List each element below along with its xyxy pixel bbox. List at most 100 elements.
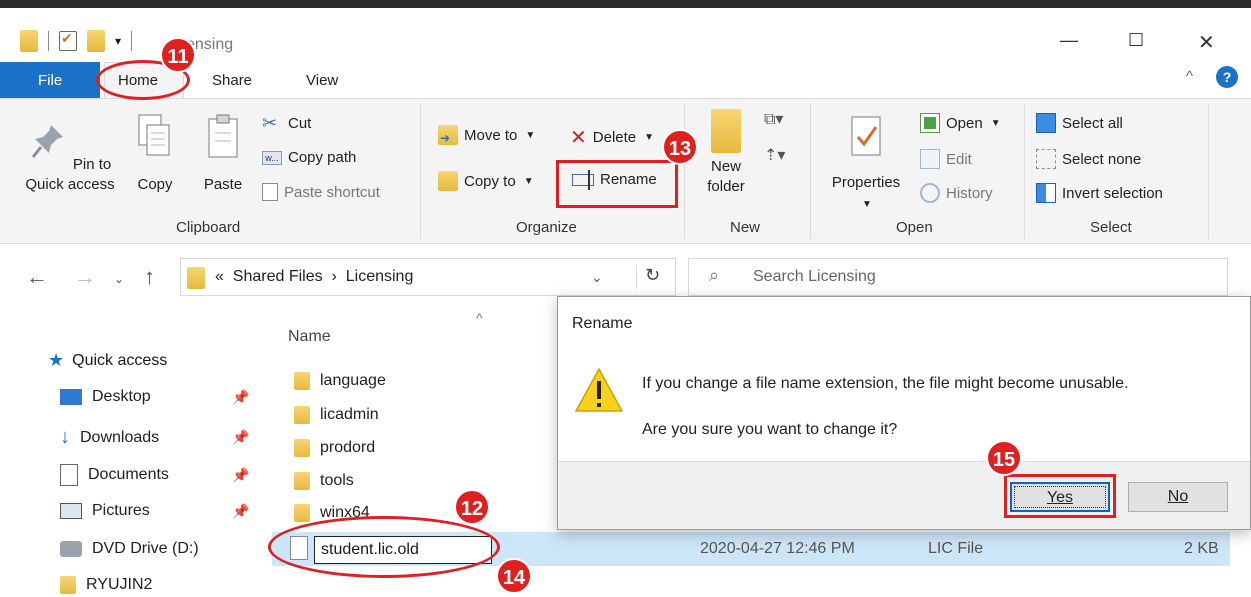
sidebar-item-documents[interactable]: Documents 📌 <box>60 464 249 486</box>
pin-icon[interactable]: 📌 <box>232 467 249 484</box>
tab-share[interactable]: Share <box>212 72 252 89</box>
select-all-label: Select all <box>1062 114 1123 132</box>
list-item[interactable]: tools <box>294 472 354 490</box>
tab-view[interactable]: View <box>306 72 338 89</box>
pin-to-quick-access-button[interactable]: Pin to Quick access <box>18 119 122 195</box>
warning-icon <box>574 367 624 412</box>
invert-selection-button[interactable]: Invert selection <box>1036 183 1163 203</box>
paste-button[interactable]: Paste <box>194 111 252 195</box>
dialog-question: Are you sure you want to change it? <box>642 421 898 438</box>
breadcrumb: « Shared Files › Licensing <box>215 268 413 286</box>
collapse-ribbon-icon[interactable]: ^ <box>1186 68 1193 85</box>
sidebar-item-ryujin2[interactable]: RYUJIN2 <box>60 576 152 594</box>
move-to-button[interactable]: ➜ Move to ▼ <box>438 125 535 145</box>
delete-x-icon: ✕ <box>570 127 587 149</box>
sidebar-item-dvd-drive[interactable]: DVD Drive (D:) <box>60 540 199 558</box>
file-name: tools <box>320 472 354 489</box>
quick-access-label: Quick access <box>72 351 168 369</box>
copy-button[interactable]: Copy <box>128 111 182 195</box>
new-folder-button[interactable]: New folder <box>698 109 754 197</box>
annotation-file-ellipse <box>268 516 500 578</box>
open-button[interactable]: Open ▼ <box>920 113 1001 133</box>
copy-path-icon: w... <box>262 150 282 165</box>
select-all-icon <box>1036 113 1056 133</box>
paste-shortcut-label: Paste shortcut <box>284 183 380 201</box>
search-input[interactable]: ⌕ Search Licensing <box>688 258 1228 296</box>
pin-icon[interactable]: 📌 <box>232 389 249 406</box>
easy-access-icon[interactable]: ⇡▾ <box>764 145 785 165</box>
address-dropdown-icon[interactable]: ⌄ <box>591 269 603 286</box>
annotation-badge-15: 15 <box>986 440 1022 476</box>
annotation-rename-highlight <box>556 160 678 208</box>
dropdown-arrow-icon: ▼ <box>523 175 534 187</box>
divider <box>131 31 133 51</box>
help-icon[interactable]: ? <box>1216 66 1238 88</box>
select-all-button[interactable]: Select all <box>1036 113 1123 133</box>
refresh-icon[interactable]: ↻ <box>636 265 660 289</box>
column-header-name[interactable]: Name <box>288 328 331 346</box>
minimize-icon[interactable]: — <box>1060 30 1078 51</box>
customize-dropdown-icon[interactable]: ▾ <box>115 34 121 48</box>
folder-icon <box>187 267 205 289</box>
group-label-organize: Organize <box>516 219 577 236</box>
tab-file[interactable]: File <box>0 62 100 98</box>
recent-locations-icon[interactable]: ⌄ <box>114 272 124 286</box>
sidebar-item-label: Pictures <box>92 502 150 519</box>
select-none-button[interactable]: Select none <box>1036 149 1141 169</box>
list-item[interactable]: language <box>294 372 386 390</box>
copy-path-button[interactable]: w... Copy path <box>262 149 356 166</box>
maximize-icon[interactable]: ☐ <box>1128 30 1144 51</box>
edit-button[interactable]: Edit <box>920 149 972 169</box>
paste-shortcut-button[interactable]: Paste shortcut <box>262 183 380 201</box>
group-label-clipboard: Clipboard <box>176 219 241 236</box>
pin-icon[interactable]: 📌 <box>232 429 249 446</box>
pin-icon[interactable]: 📌 <box>232 503 249 520</box>
copy-to-button[interactable]: Copy to ▼ <box>438 171 534 191</box>
breadcrumb-overflow[interactable]: « <box>215 268 224 285</box>
new-folder-icon[interactable] <box>87 30 105 52</box>
sidebar-item-quick-access[interactable]: ★ Quick access <box>48 350 167 371</box>
copy-to-icon <box>438 171 458 191</box>
sidebar-item-label: DVD Drive (D:) <box>92 540 199 557</box>
pin-icon <box>31 125 63 158</box>
edit-icon <box>920 149 940 169</box>
dialog-title: Rename <box>572 315 633 332</box>
folder-icon[interactable] <box>20 30 38 52</box>
annotation-yes-highlight <box>1004 474 1116 518</box>
cut-button[interactable]: ✂ Cut <box>262 113 311 133</box>
file-name: prodord <box>320 439 376 456</box>
back-arrow-icon[interactable]: ← <box>26 264 48 290</box>
list-item[interactable]: prodord <box>294 439 375 457</box>
copy-icon <box>138 114 170 156</box>
star-icon: ★ <box>48 350 65 370</box>
breadcrumb-separator[interactable]: › <box>332 268 337 285</box>
close-icon[interactable]: ✕ <box>1198 30 1215 55</box>
forward-arrow-icon[interactable]: → <box>74 264 96 290</box>
dvd-drive-icon <box>60 541 82 557</box>
no-button[interactable]: No <box>1128 482 1228 512</box>
address-bar[interactable]: « Shared Files › Licensing ⌄ ↻ <box>180 258 676 296</box>
edit-label: Edit <box>946 150 972 168</box>
history-button[interactable]: History <box>920 183 993 203</box>
group-divider <box>1208 103 1209 239</box>
new-folder-icon <box>711 109 741 153</box>
select-none-icon <box>1036 149 1056 169</box>
sidebar-item-downloads[interactable]: ↓ Downloads 📌 <box>60 426 249 449</box>
properties-check-icon[interactable] <box>59 30 77 51</box>
up-arrow-icon[interactable]: ↑ <box>144 264 155 290</box>
file-type: LIC File <box>928 540 984 557</box>
annotation-badge-13: 13 <box>662 129 698 165</box>
list-item[interactable]: licadmin <box>294 406 379 424</box>
group-divider <box>684 103 685 239</box>
file-date-modified: 2020-04-27 12:46 PM <box>700 540 855 557</box>
folder-icon <box>294 504 310 522</box>
breadcrumb-shared-files[interactable]: Shared Files <box>233 268 323 285</box>
delete-label: Delete <box>592 129 637 146</box>
sidebar-item-pictures[interactable]: Pictures 📌 <box>60 502 249 520</box>
breadcrumb-licensing[interactable]: Licensing <box>346 268 414 285</box>
group-label-new: New <box>730 219 761 236</box>
sidebar-item-desktop[interactable]: Desktop 📌 <box>60 388 249 406</box>
properties-button[interactable]: Properties ▼ <box>822 111 910 215</box>
delete-button[interactable]: ✕ Delete ▼ <box>570 125 654 150</box>
new-item-icon[interactable]: ⧉▾ <box>764 109 783 129</box>
